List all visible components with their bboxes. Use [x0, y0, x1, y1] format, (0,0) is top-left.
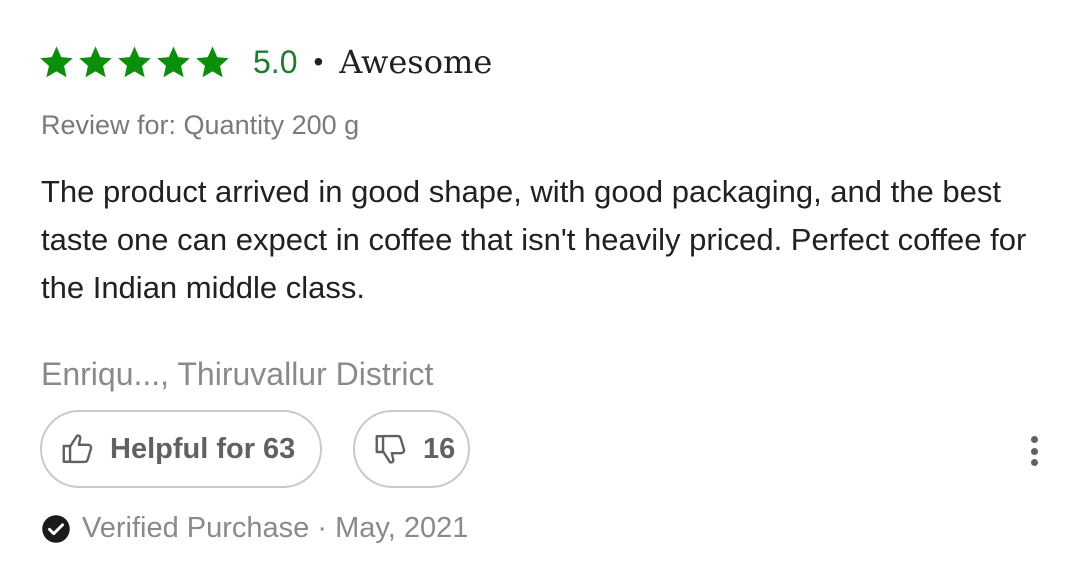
star-icon — [155, 44, 192, 81]
more-dot — [1030, 436, 1038, 443]
check-circle-icon — [41, 514, 71, 544]
dislike-count: 16 — [423, 432, 456, 465]
review-text: The product arrived in good shape, with … — [41, 174, 1027, 305]
review-author: Enriqu..., Thiruvallur District — [41, 356, 434, 392]
helpful-label: Helpful for 63 — [110, 432, 296, 465]
rating-score: 5.0 — [253, 43, 298, 80]
star-icon — [194, 44, 231, 81]
star-icon — [77, 44, 114, 81]
star-icon — [116, 44, 153, 81]
star-rating — [38, 44, 231, 81]
verified-purchase-text: Verified Purchase · May, 2021 — [82, 512, 469, 544]
more-dot — [1030, 447, 1038, 455]
review-variant: Review for: Quantity 200 g — [41, 110, 360, 140]
thumbs-down-icon — [373, 431, 409, 467]
helpful-button[interactable]: Helpful for 63 — [40, 410, 322, 488]
star-icon — [38, 44, 75, 81]
more-vertical-icon[interactable] — [1020, 430, 1048, 472]
thumbs-up-icon — [60, 431, 96, 467]
rating-row: 5.0 • Awesome — [38, 40, 492, 84]
more-dot — [1030, 459, 1038, 466]
dislike-button[interactable]: 16 — [353, 410, 470, 488]
separator-dot: • — [313, 46, 324, 77]
review-card: 5.0 • Awesome Review for: Quantity 200 g… — [0, 0, 1080, 585]
verified-purchase-row: Verified Purchase · May, 2021 — [41, 512, 468, 545]
rating-verdict: Awesome — [339, 43, 493, 81]
